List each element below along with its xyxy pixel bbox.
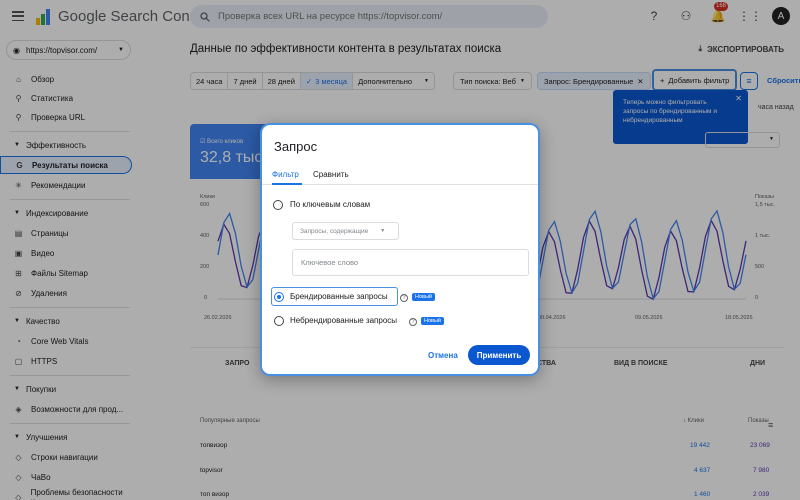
tab-filter[interactable]: Фильтр (272, 170, 299, 179)
tab-underline (272, 183, 302, 185)
radio-nonbranded-label[interactable]: Небрендированные запросы (290, 316, 397, 325)
radio-keywords-label[interactable]: По ключевым словам (290, 200, 370, 209)
help-icon[interactable]: ? (400, 294, 408, 302)
radio-keywords[interactable] (273, 200, 283, 210)
query-filter-dialog: Запрос Фильтр Сравнить По ключевым слова… (260, 123, 540, 376)
dialog-title: Запрос (274, 139, 318, 154)
radio-branded-label[interactable]: Брендированные запросы (290, 292, 388, 301)
new-badge: Новый (412, 293, 435, 301)
chevron-down-icon: ▼ (380, 228, 386, 234)
dropdown-value: Запросы, содержащие (300, 227, 369, 235)
tab-compare[interactable]: Сравнить (313, 170, 349, 179)
apply-button[interactable]: Применить (468, 345, 530, 365)
help-icon[interactable]: ? (409, 318, 417, 326)
radio-branded[interactable] (274, 292, 284, 302)
cancel-button[interactable]: Отмена (428, 351, 458, 360)
radio-nonbranded[interactable] (274, 316, 284, 326)
match-type-dropdown[interactable]: Запросы, содержащие ▼ (292, 222, 399, 240)
keyword-input[interactable] (292, 249, 529, 276)
new-badge: Новый (421, 317, 444, 325)
dialog-tabs: Фильтр Сравнить (262, 166, 538, 185)
